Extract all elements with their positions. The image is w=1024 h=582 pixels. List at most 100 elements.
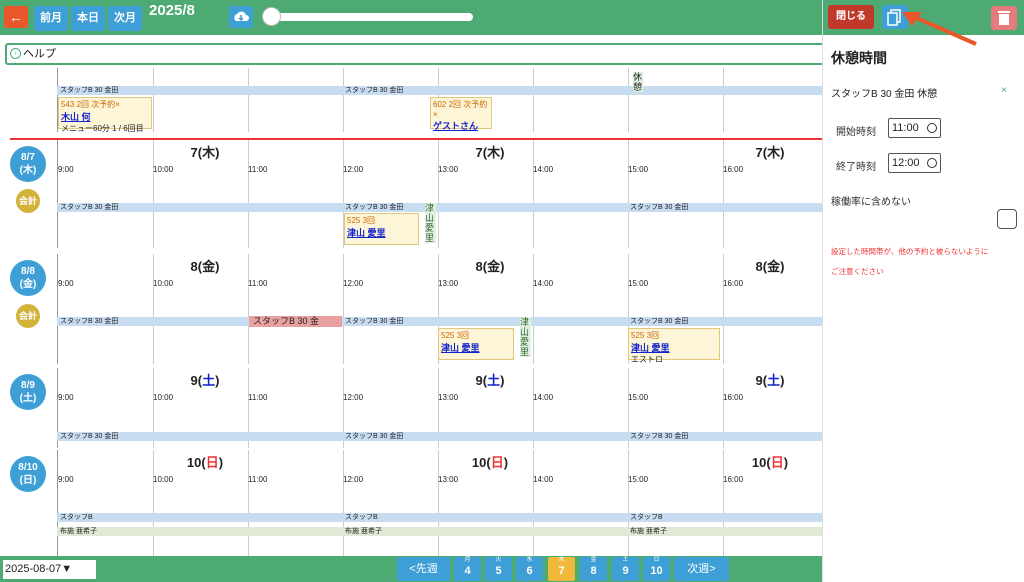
time-label: 14:00 bbox=[533, 475, 554, 484]
staff-row: スタッフB 30 金田 スタッフB 30 金田 スタッフB 30 金田 bbox=[57, 317, 822, 326]
trash-icon bbox=[998, 11, 1010, 25]
remove-icon[interactable]: × bbox=[1001, 85, 1007, 96]
day-header: 7(木) bbox=[190, 145, 220, 160]
prev-week-button[interactable]: <先週 bbox=[397, 557, 450, 581]
appointment-card[interactable]: 525 3回 津山 愛里 エストロ bbox=[628, 328, 720, 364]
customer-name[interactable]: 津山 愛里 bbox=[347, 226, 416, 239]
appointment-card[interactable]: 525 3回 津山 愛里 bbox=[438, 328, 514, 360]
day-header: 9(土) bbox=[475, 373, 505, 388]
exclude-label: 稼働率に含めない bbox=[831, 197, 911, 208]
customer-name[interactable]: 津山 愛里 bbox=[441, 341, 511, 354]
time-label: 11:00 bbox=[248, 393, 268, 402]
staff-label: 布施 亜希子 bbox=[630, 528, 667, 535]
customer-name[interactable]: 木山 何 bbox=[61, 110, 149, 123]
time-label: 11:00 bbox=[248, 279, 268, 288]
staff-row: スタッフB 30 金田 スタッフB 30 金田 bbox=[57, 86, 822, 95]
time-label: 12:00 bbox=[343, 393, 364, 402]
time-label: 10:00 bbox=[153, 475, 174, 484]
day-header: 9(土) bbox=[755, 373, 785, 388]
panel-title: 休憩時間 bbox=[831, 50, 887, 66]
week-day-button[interactable]: 水6 bbox=[516, 557, 543, 581]
week-day-button-selected[interactable]: 木7 bbox=[548, 557, 575, 581]
appointment-header: 525 3回 bbox=[347, 216, 376, 225]
start-time-input[interactable]: 11:00 bbox=[888, 118, 941, 138]
time-label: 16:00 bbox=[723, 279, 744, 288]
help-label: ヘルプ bbox=[23, 48, 56, 60]
appointment-card[interactable]: 525 3回 津山 愛里 bbox=[344, 213, 419, 245]
week-day-button[interactable]: 土9 bbox=[612, 557, 639, 581]
warning-text: 設定した時間帯が、他の予約と被らないように bbox=[831, 247, 989, 256]
day-header: 10(日) bbox=[471, 455, 509, 470]
staff-label: スタッフB 30 金田 bbox=[345, 318, 404, 325]
cloud-download-icon bbox=[234, 11, 249, 22]
staff-label: スタッフB 30 金田 bbox=[60, 87, 119, 94]
time-label: 11:00 bbox=[248, 165, 268, 174]
next-week-button[interactable]: 次週> bbox=[674, 557, 729, 581]
week-day-button[interactable]: 金8 bbox=[580, 557, 607, 581]
customer-name[interactable]: ゲストさん bbox=[433, 119, 489, 132]
time-label: 12:00 bbox=[343, 475, 364, 484]
break-block[interactable]: 津山愛里 bbox=[425, 203, 436, 243]
time-label: 10:00 bbox=[153, 393, 174, 402]
staff-label: スタッフB 30 金田 bbox=[630, 433, 689, 440]
time-label: 10:00 bbox=[153, 279, 174, 288]
time-label: 9:00 bbox=[58, 165, 74, 174]
time-label: 14:00 bbox=[533, 393, 554, 402]
help-bar[interactable]: › ヘルプ bbox=[5, 43, 840, 65]
exclude-checkbox[interactable] bbox=[997, 209, 1017, 229]
staff-label: スタッフB 30 金田 bbox=[345, 87, 404, 94]
time-label: 13:00 bbox=[438, 475, 459, 484]
week-day-button[interactable]: 日 10 bbox=[643, 557, 670, 581]
day-header: 10(日) bbox=[186, 455, 224, 470]
day-header: 8(金) bbox=[190, 259, 220, 274]
time-label: 15:00 bbox=[628, 393, 649, 402]
customer-name[interactable]: 津山 愛里 bbox=[631, 341, 717, 354]
staff-row: スタッフB 30 金田 スタッフB 30 金田 スタッフB 30 金田 bbox=[57, 432, 822, 441]
day-header: 9(土) bbox=[190, 373, 220, 388]
staff-label: スタッフB 30 金田 bbox=[60, 318, 119, 325]
selected-break-block[interactable]: スタッフB 30 金 bbox=[249, 316, 342, 327]
day-header: 10(日) bbox=[751, 455, 789, 470]
checkout-button[interactable]: 会計 bbox=[16, 189, 40, 213]
clock-icon bbox=[927, 123, 937, 133]
zoom-slider-handle[interactable] bbox=[262, 7, 281, 26]
staff-label: スタッフB bbox=[345, 514, 378, 521]
appointment-header: 525 3回 bbox=[631, 331, 660, 340]
day-header: 7(木) bbox=[475, 145, 505, 160]
close-button[interactable]: 閉じる bbox=[828, 5, 874, 29]
time-label: 9:00 bbox=[58, 475, 74, 484]
time-label: 9:00 bbox=[58, 393, 74, 402]
end-time-label: 終了時刻 bbox=[836, 162, 876, 173]
staff-row: 布施 亜希子 布施 亜希子 布施 亜希子 bbox=[57, 527, 822, 536]
time-label: 9:00 bbox=[58, 279, 74, 288]
staff-label: スタッフB 30 金田 bbox=[630, 318, 689, 325]
back-button[interactable]: ← bbox=[4, 6, 28, 28]
end-time-input[interactable]: 12:00 bbox=[888, 153, 941, 173]
next-month-button[interactable]: 次月 bbox=[108, 6, 142, 31]
time-label: 13:00 bbox=[438, 393, 459, 402]
appointment-card[interactable]: 543 2回 次予約× 木山 何 メニュー60分 1 / 6回目 bbox=[58, 97, 152, 133]
warning-text: ご注意ください bbox=[831, 267, 884, 276]
time-label: 13:00 bbox=[438, 279, 459, 288]
day-badge[interactable]: 8/8 (金) bbox=[10, 260, 46, 296]
prev-month-button[interactable]: 前月 bbox=[34, 6, 68, 31]
today-button[interactable]: 本日 bbox=[71, 6, 105, 31]
time-label: 16:00 bbox=[723, 165, 744, 174]
break-block[interactable]: 休憩 bbox=[633, 72, 643, 92]
day-badge[interactable]: 8/9 (土) bbox=[10, 374, 46, 410]
week-day-button[interactable]: 火5 bbox=[485, 557, 512, 581]
date-select[interactable]: 2025-08-07▼ bbox=[3, 560, 96, 579]
break-block[interactable]: 津山愛里 bbox=[520, 317, 531, 357]
day-badge[interactable]: 8/7 (木) bbox=[10, 146, 46, 182]
zoom-slider-track[interactable] bbox=[266, 13, 473, 21]
download-button[interactable] bbox=[229, 6, 253, 28]
delete-button[interactable] bbox=[991, 6, 1017, 30]
appointment-card[interactable]: 602 2回 次予約× ゲストさん bbox=[430, 97, 492, 132]
staff-label: 布施 亜希子 bbox=[345, 528, 382, 535]
staff-label: スタッフB 30 金田 bbox=[60, 204, 119, 211]
checkout-button[interactable]: 会計 bbox=[16, 304, 40, 328]
day-badge[interactable]: 8/10 (日) bbox=[10, 456, 46, 492]
week-day-button[interactable]: 月4 bbox=[454, 557, 481, 581]
time-label: 14:00 bbox=[533, 165, 554, 174]
appointment-header: 602 2回 次予約× bbox=[433, 100, 488, 119]
